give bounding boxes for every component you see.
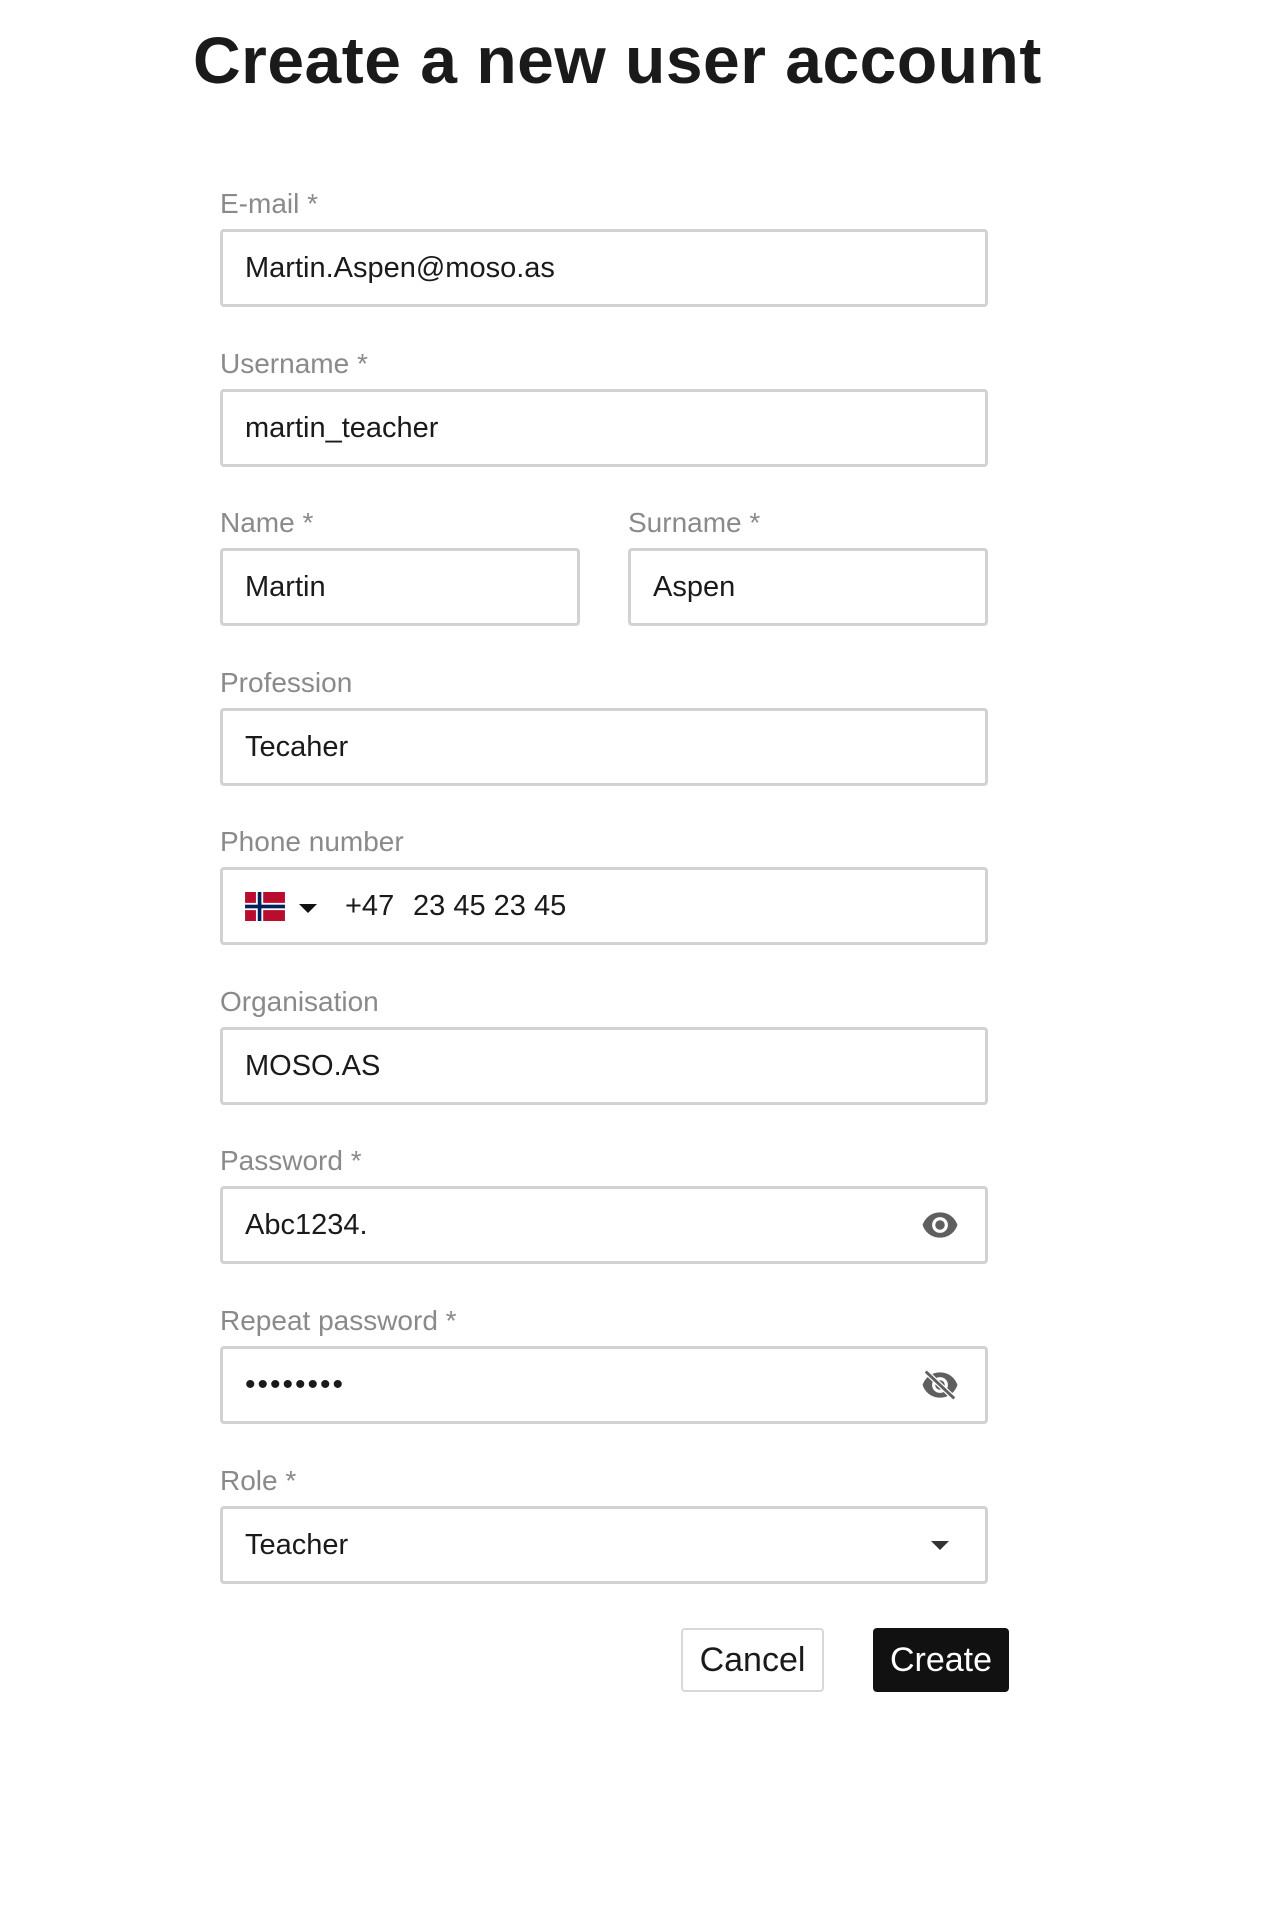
password-label: Password *: [220, 1145, 362, 1176]
organisation-label: Organisation: [220, 986, 379, 1017]
country-dropdown-icon[interactable]: [299, 904, 317, 913]
organisation-input[interactable]: MOSO.AS: [220, 1027, 988, 1105]
password-input[interactable]: Abc1234.: [220, 1186, 988, 1264]
phone-input[interactable]: +47 23 45 23 45: [220, 867, 988, 945]
profession-field: Profession Tecaher: [220, 666, 988, 786]
role-label: Role *: [220, 1465, 297, 1496]
name-label: Name *: [220, 507, 314, 538]
phone-label: Phone number: [220, 826, 404, 857]
profession-input[interactable]: Tecaher: [220, 708, 988, 786]
surname-field: Surname * Aspen: [628, 506, 988, 626]
organisation-field: Organisation MOSO.AS: [220, 985, 988, 1105]
name-field: Name * Martin: [220, 506, 580, 626]
name-value: Martin: [245, 571, 326, 603]
profession-value: Tecaher: [245, 731, 349, 763]
surname-label: Surname *: [628, 507, 761, 538]
password-field: Password * Abc1234.: [220, 1144, 988, 1264]
password-value: Abc1234.: [245, 1209, 368, 1241]
organisation-value: MOSO.AS: [245, 1050, 381, 1082]
repeat-password-value: ••••••••: [245, 1368, 346, 1401]
phone-field: Phone number +47 23 45 23 45: [220, 825, 988, 945]
name-input[interactable]: Martin: [220, 548, 580, 626]
username-label: Username *: [220, 348, 368, 379]
norway-flag-icon[interactable]: [245, 892, 285, 921]
email-value: Martin.Aspen@moso.as: [245, 252, 555, 284]
cancel-button[interactable]: Cancel: [681, 1628, 824, 1692]
role-select[interactable]: Teacher: [220, 1506, 988, 1584]
surname-input[interactable]: Aspen: [628, 548, 988, 626]
chevron-down-icon: [931, 1541, 949, 1550]
eye-icon[interactable]: [921, 1210, 959, 1240]
role-field: Role * Teacher: [220, 1464, 988, 1584]
create-button[interactable]: Create: [873, 1628, 1009, 1692]
profession-label: Profession: [220, 667, 353, 698]
username-value: martin_teacher: [245, 412, 439, 444]
username-field: Username * martin_teacher: [220, 347, 988, 467]
email-label: E-mail *: [220, 188, 319, 219]
email-input[interactable]: Martin.Aspen@moso.as: [220, 229, 988, 307]
surname-value: Aspen: [653, 571, 736, 603]
phone-value: 23 45 23 45: [413, 890, 567, 922]
role-value: Teacher: [245, 1529, 349, 1561]
create-user-form: E-mail * Martin.Aspen@moso.as Username *…: [220, 0, 1009, 1906]
eye-off-icon[interactable]: [921, 1370, 959, 1400]
repeat-password-input[interactable]: ••••••••: [220, 1346, 988, 1424]
repeat-password-field: Repeat password * ••••••••: [220, 1304, 988, 1424]
repeat-password-label: Repeat password *: [220, 1305, 457, 1336]
dial-code: +47: [345, 890, 395, 922]
username-input[interactable]: martin_teacher: [220, 389, 988, 467]
email-field: E-mail * Martin.Aspen@moso.as: [220, 187, 988, 307]
